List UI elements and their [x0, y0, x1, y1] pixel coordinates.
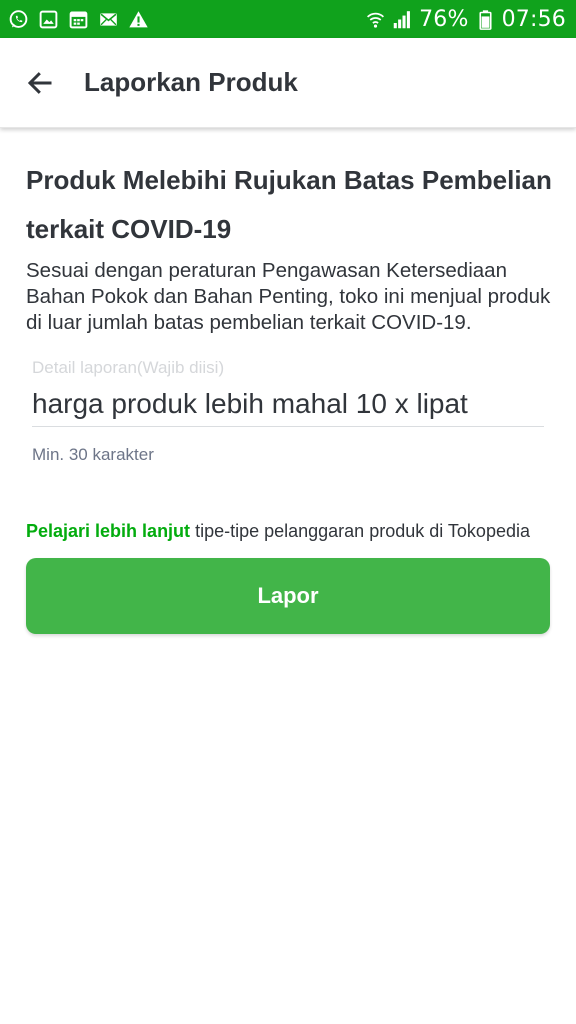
clock: 07:56	[501, 6, 566, 32]
signal-icon	[392, 9, 413, 30]
report-detail-field: Detail laporan(Wajib diisi) Min. 30 kara…	[32, 358, 544, 465]
learn-more-text: Pelajari lebih lanjut tipe-tipe pelangga…	[26, 521, 552, 542]
report-detail-helper: Min. 30 karakter	[32, 445, 154, 464]
report-detail-input[interactable]	[32, 378, 544, 427]
wifi-icon	[365, 9, 386, 30]
system-status: 76% 07:56	[365, 7, 566, 32]
arrow-left-icon	[27, 71, 52, 94]
app-header: Laporkan Produk	[0, 38, 576, 128]
page-title: Laporkan Produk	[84, 67, 298, 97]
report-form: Produk Melebihi Rujukan Batas Pembelian …	[26, 128, 552, 634]
status-bar: 76% 07:56	[0, 0, 576, 38]
notification-icons	[8, 9, 149, 30]
battery-icon	[475, 9, 496, 30]
report-reason-title: Produk Melebihi Rujukan Batas Pembelian …	[26, 165, 552, 244]
submit-report-button[interactable]: Lapor	[26, 558, 550, 634]
battery-percent: 76%	[419, 6, 469, 32]
learn-more-rest: tipe-tipe pelanggaran produk di Tokopedi…	[190, 521, 530, 541]
learn-more-link[interactable]: Pelajari lebih lanjut	[26, 521, 190, 541]
report-reason-description: Sesuai dengan peraturan Pengawasan Keter…	[26, 259, 551, 334]
mail-icon	[98, 9, 119, 30]
calendar-icon	[68, 9, 89, 30]
back-button[interactable]	[20, 63, 60, 103]
whatsapp-icon	[8, 9, 29, 30]
report-detail-label: Detail laporan(Wajib diisi)	[32, 358, 225, 377]
warning-icon	[128, 9, 149, 30]
gallery-icon	[38, 9, 59, 30]
